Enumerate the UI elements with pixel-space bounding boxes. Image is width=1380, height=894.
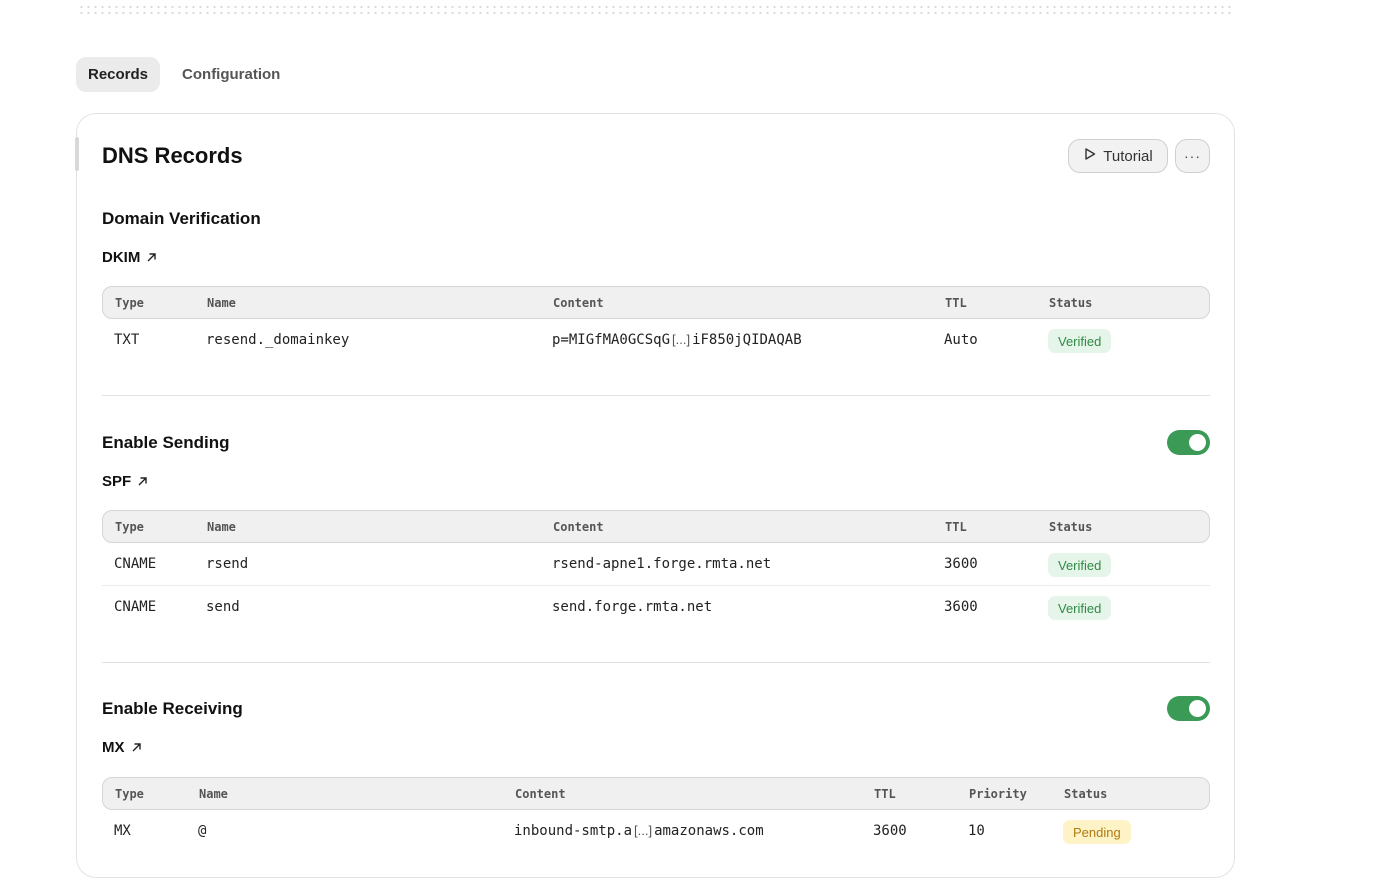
dkim-label: DKIM	[102, 249, 141, 266]
external-link-icon	[137, 476, 148, 487]
column-header-type: Type	[115, 296, 144, 310]
column-header-name: Name	[207, 296, 236, 310]
table-header: Type Name Content TTL Priority Status	[102, 777, 1210, 810]
cell-content[interactable]: send.forge.rmta.net	[552, 599, 712, 615]
column-header-status: Status	[1049, 296, 1093, 310]
cell-ttl: Auto	[944, 332, 978, 348]
column-header-ttl: TTL	[945, 296, 967, 310]
content-end: amazonaws.com	[654, 823, 764, 839]
content-start: inbound-smtp.a	[514, 823, 633, 839]
cell-content[interactable]: p=MIGfMA0GCSqG [...] iF850jQIDAQAB	[552, 332, 802, 348]
status-badge: Verified	[1048, 596, 1112, 620]
tutorial-button-label: Tutorial	[1103, 147, 1153, 165]
table-row: MX @ inbound-smtp.a [...] amazonaws.com 36…	[102, 810, 1210, 853]
cell-priority: 10	[968, 823, 985, 839]
table-row: CNAME rsend rsend-apne1.forge.rmta.net 3…	[102, 543, 1210, 586]
cell-content[interactable]: inbound-smtp.a [...] amazonaws.com	[514, 823, 764, 839]
card-title: DNS Records	[102, 143, 243, 168]
cell-name[interactable]: send	[206, 599, 240, 615]
cell-ttl: 3600	[873, 823, 907, 839]
play-icon	[1083, 147, 1097, 165]
spf-label: SPF	[102, 473, 132, 490]
external-link-icon	[131, 742, 142, 753]
column-header-priority: Priority	[969, 787, 1027, 801]
column-header-content: Content	[553, 296, 604, 310]
section-title-domain-verification: Domain Verification	[102, 209, 261, 228]
spf-table: Type Name Content TTL Status CNAME rsend…	[102, 510, 1210, 629]
dkim-table: Type Name Content TTL Status TXT resend.…	[102, 286, 1210, 362]
cell-name[interactable]: resend._domainkey	[206, 332, 349, 348]
section-title-enable-sending: Enable Sending	[102, 433, 230, 452]
column-header-ttl: TTL	[874, 787, 896, 801]
dotted-pattern	[78, 4, 1234, 16]
cell-ttl: 3600	[944, 556, 978, 572]
cell-type: TXT	[114, 332, 140, 348]
toggle-knob	[1189, 700, 1206, 717]
column-header-status: Status	[1064, 787, 1108, 801]
column-header-content: Content	[553, 520, 604, 534]
column-header-type: Type	[115, 520, 144, 534]
cell-name[interactable]: @	[198, 823, 206, 839]
tutorial-button[interactable]: Tutorial	[1068, 139, 1168, 173]
cell-type: CNAME	[114, 599, 157, 615]
status-badge: Verified	[1048, 553, 1112, 577]
mx-link[interactable]: MX	[102, 739, 142, 756]
section-divider	[102, 662, 1210, 663]
truncation-mark: [...]	[672, 332, 691, 347]
truncation-mark: [...]	[634, 823, 653, 838]
dns-records-card: DNS Records Tutorial ··· Domain Verifica…	[75, 113, 1235, 878]
card-accent-bar	[75, 137, 79, 171]
column-header-content: Content	[515, 787, 566, 801]
section-divider	[102, 395, 1210, 396]
tab-configuration[interactable]: Configuration	[170, 57, 292, 92]
spf-link[interactable]: SPF	[102, 473, 148, 490]
tab-records[interactable]: Records	[76, 57, 161, 92]
status-badge: Verified	[1048, 329, 1112, 353]
tab-bar: Records Configuration	[76, 57, 302, 92]
column-header-ttl: TTL	[945, 520, 967, 534]
table-row: CNAME send send.forge.rmta.net 3600 Veri…	[102, 586, 1210, 629]
cell-type: CNAME	[114, 556, 157, 572]
cell-name[interactable]: rsend	[206, 556, 248, 572]
enable-receiving-toggle[interactable]	[1167, 696, 1210, 721]
column-header-type: Type	[115, 787, 144, 801]
toggle-knob	[1189, 434, 1206, 451]
table-row: TXT resend._domainkey p=MIGfMA0GCSqG [...…	[102, 319, 1210, 362]
section-title-enable-receiving: Enable Receiving	[102, 699, 243, 718]
cell-ttl: 3600	[944, 599, 978, 615]
enable-sending-toggle[interactable]	[1167, 430, 1210, 455]
dkim-link[interactable]: DKIM	[102, 249, 157, 266]
mx-table: Type Name Content TTL Priority Status MX…	[102, 777, 1210, 853]
column-header-name: Name	[199, 787, 228, 801]
status-badge: Pending	[1063, 820, 1131, 844]
external-link-icon	[146, 252, 157, 263]
mx-label: MX	[102, 739, 125, 756]
table-header: Type Name Content TTL Status	[102, 286, 1210, 319]
content-start: p=MIGfMA0GCSqG	[552, 332, 671, 348]
table-header: Type Name Content TTL Status	[102, 510, 1210, 543]
cell-type: MX	[114, 823, 131, 839]
column-header-status: Status	[1049, 520, 1093, 534]
column-header-name: Name	[207, 520, 236, 534]
cell-content[interactable]: rsend-apne1.forge.rmta.net	[552, 556, 771, 572]
content-end: iF850jQIDAQAB	[692, 332, 802, 348]
more-options-button[interactable]: ···	[1175, 139, 1210, 173]
